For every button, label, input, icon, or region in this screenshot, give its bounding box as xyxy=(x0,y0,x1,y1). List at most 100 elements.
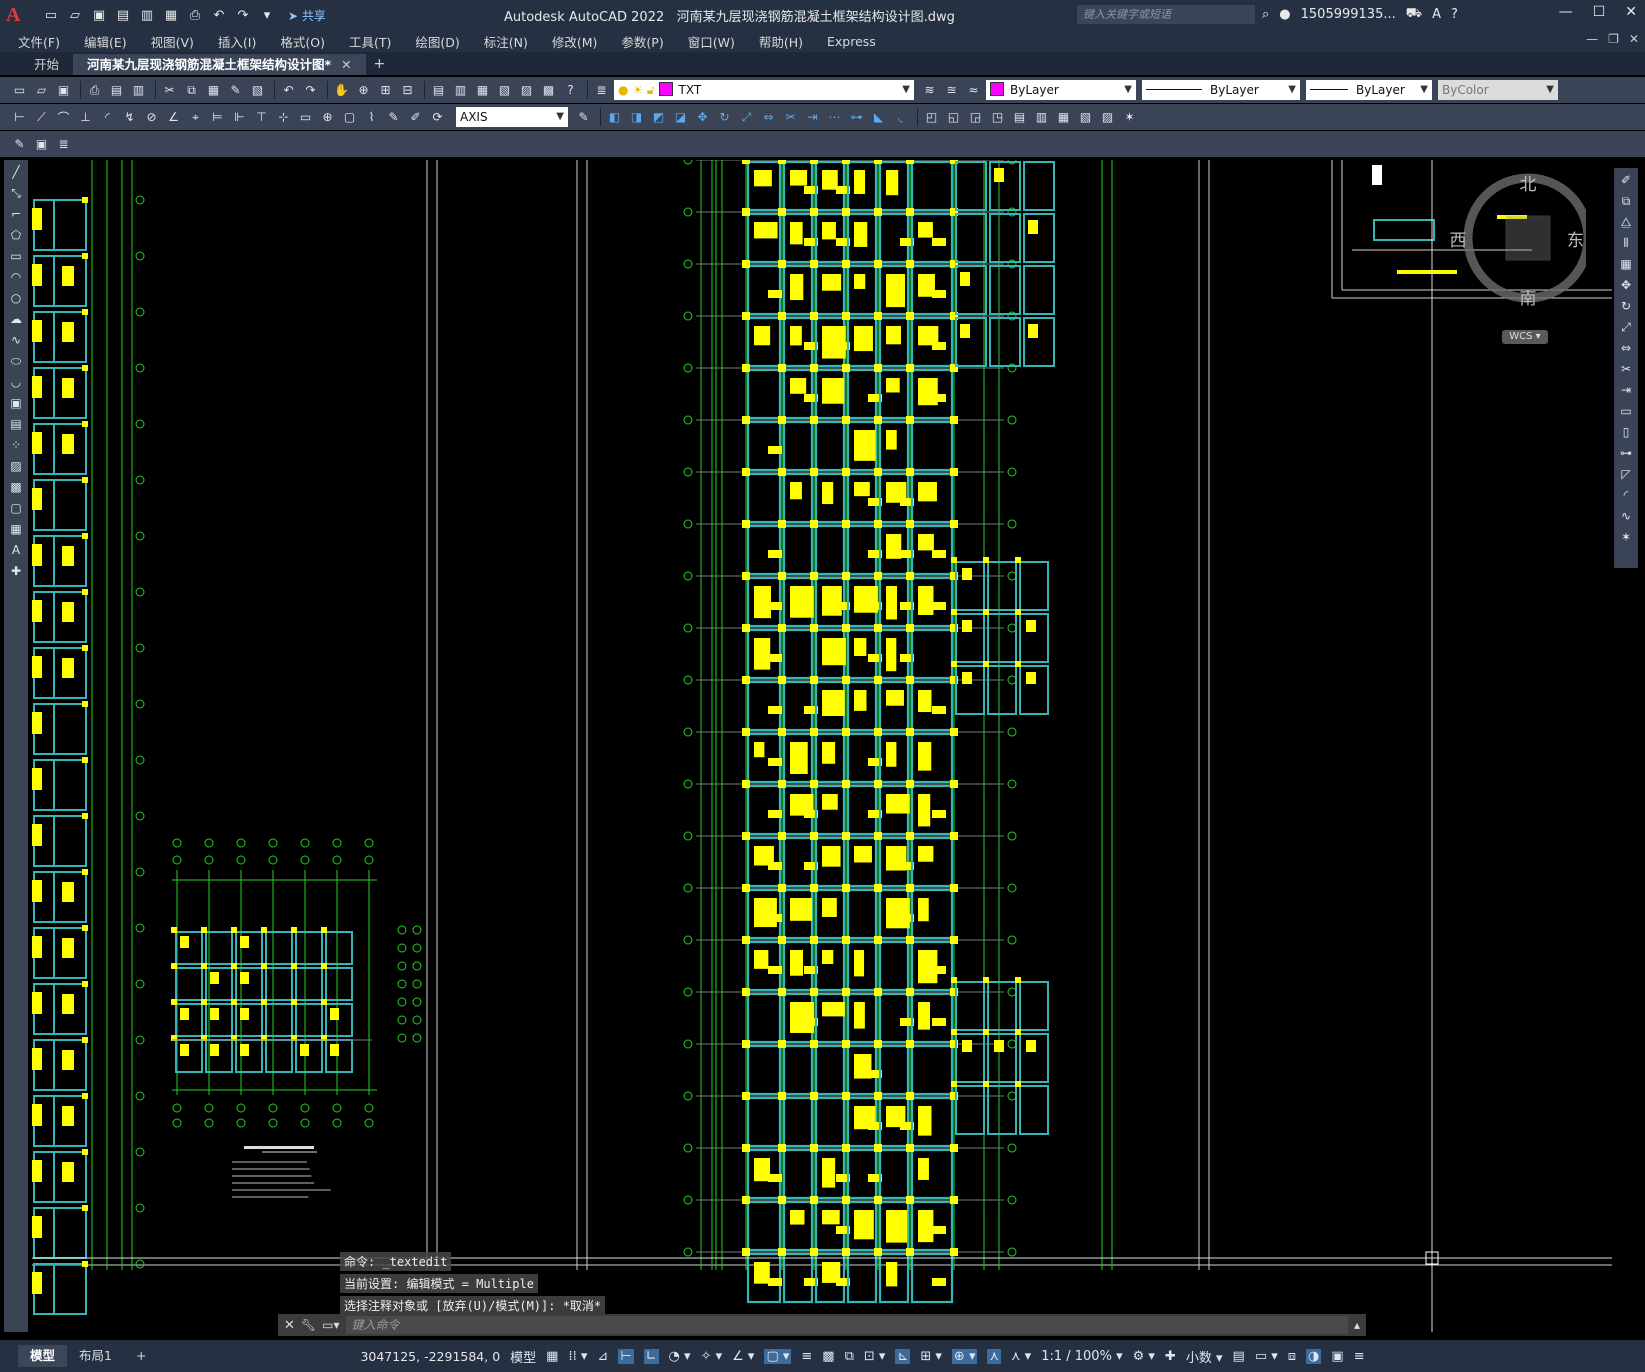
menu-draw[interactable]: 绘图(D) xyxy=(415,32,459,51)
layer-states-icon[interactable]: ≈ xyxy=(964,81,983,100)
text-front-icon[interactable]: ▤ xyxy=(1010,108,1029,127)
ellipse-arc-icon[interactable]: ◡ xyxy=(7,373,25,391)
tool-palettes-icon[interactable]: ▦ xyxy=(473,81,492,100)
undo-icon[interactable]: ↶ xyxy=(210,6,228,24)
annotation-front-icon[interactable]: ▨ xyxy=(1098,108,1117,127)
dim-aligned-icon[interactable]: ⟋ xyxy=(32,108,51,127)
linetype-dropdown[interactable]: ByLayer ▼ xyxy=(1142,80,1300,100)
xline-icon[interactable]: ⤡ xyxy=(7,184,25,202)
explode-icon[interactable]: ✶ xyxy=(1617,528,1635,546)
publish-icon[interactable]: ▥ xyxy=(129,81,148,100)
close-icon[interactable]: ✕ xyxy=(284,1318,295,1333)
tab-start[interactable]: 开始 xyxy=(20,54,73,75)
saveas-icon[interactable]: ▤ xyxy=(114,6,132,24)
tab-close-icon[interactable]: ✕ xyxy=(341,57,351,72)
offset-icon[interactable]: ◩ xyxy=(649,108,668,127)
make-block-icon[interactable]: ▤ xyxy=(7,415,25,433)
qat-dropdown-icon[interactable]: ▾ xyxy=(258,6,276,24)
arc-icon[interactable]: ◠ xyxy=(7,268,25,286)
annotation-visibility-icon[interactable]: ⋏ xyxy=(987,1348,1002,1364)
layer-dropdown[interactable]: ● ☀ 🔓︎ TXT ▼ xyxy=(614,80,914,100)
extend-icon[interactable]: ⇥ xyxy=(803,108,822,127)
array-icon[interactable]: ▦ xyxy=(1617,255,1635,273)
layer-previous-icon[interactable]: ≊ xyxy=(942,81,961,100)
open-icon[interactable]: ▱ xyxy=(66,6,84,24)
add-layout-button[interactable]: + xyxy=(124,1345,158,1367)
annotation-monitor-icon[interactable]: ✚ xyxy=(1165,1349,1176,1364)
drawing-close-icon[interactable]: ✕ xyxy=(1629,32,1639,46)
dim-ordinate-icon[interactable]: ⊥ xyxy=(76,108,95,127)
draworder-under-icon[interactable]: ◳ xyxy=(988,108,1007,127)
object-snap-icon[interactable]: ▢ ▾ xyxy=(764,1348,792,1364)
tab-drawing[interactable]: 河南某九层现浇钢筋混凝土框架结构设计图* ✕ xyxy=(73,54,366,75)
table-icon[interactable]: ▦ xyxy=(7,520,25,538)
save-icon[interactable]: ▣ xyxy=(54,81,73,100)
cut-icon[interactable]: ✂ xyxy=(160,81,179,100)
tab-model[interactable]: 模型 xyxy=(18,1345,68,1367)
scale-icon[interactable]: ⤢ xyxy=(1617,318,1635,336)
design-center-icon[interactable]: ▥ xyxy=(451,81,470,100)
array-icon[interactable]: ◪ xyxy=(671,108,690,127)
join-icon[interactable]: ⊶ xyxy=(1617,444,1635,462)
dim-continue-icon[interactable]: ⊩ xyxy=(230,108,249,127)
blend-icon[interactable]: ∿ xyxy=(1617,507,1635,525)
menu-parametric[interactable]: 参数(P) xyxy=(621,32,663,51)
circle-icon[interactable]: ○ xyxy=(7,289,25,307)
plot-icon[interactable]: ⎙ xyxy=(85,81,104,100)
sheetset-icon[interactable]: ▧ xyxy=(495,81,514,100)
clean-screen-icon[interactable]: ▣ xyxy=(1331,1349,1343,1364)
tab-layout1[interactable]: 布局1 xyxy=(67,1345,124,1367)
maximize-button[interactable]: ☐ xyxy=(1593,4,1606,20)
zoom-realtime-icon[interactable]: ⊕ xyxy=(354,81,373,100)
plotstyle-dropdown[interactable]: ByColor ▼ xyxy=(1438,80,1558,100)
dim-text-edit-icon[interactable]: ✐ xyxy=(406,108,425,127)
search-icon[interactable]: ⌕ xyxy=(1262,7,1269,22)
rectangle-icon[interactable]: ▭ xyxy=(7,247,25,265)
isolate-objects-icon[interactable]: ⧈ xyxy=(1288,1349,1296,1364)
add-selected-icon[interactable]: ✚ xyxy=(7,562,25,580)
menu-format[interactable]: 格式(O) xyxy=(280,32,325,51)
snap-icon[interactable]: ⁞⁞ ▾ xyxy=(568,1349,587,1364)
polygon-icon[interactable]: ⬠ xyxy=(7,226,25,244)
break-icon[interactable]: ⋯ xyxy=(825,108,844,127)
viewcube-top-face[interactable] xyxy=(1505,215,1551,261)
fillet-icon[interactable]: ◟ xyxy=(891,108,910,127)
dim-space-icon[interactable]: ⊤ xyxy=(252,108,271,127)
dimstyle-manager-icon[interactable]: ✎ xyxy=(574,108,593,127)
move-icon[interactable]: ✥ xyxy=(1617,276,1635,294)
gradient-icon[interactable]: ▩ xyxy=(7,478,25,496)
copy-object-icon[interactable]: ◧ xyxy=(605,108,624,127)
zoom-window-icon[interactable]: ⊞ xyxy=(376,81,395,100)
matchprop-icon[interactable]: ✎ xyxy=(226,81,245,100)
customization-icon[interactable]: ≡ xyxy=(1354,1349,1365,1364)
extend-icon[interactable]: ⇥ xyxy=(1617,381,1635,399)
dim-linear-icon[interactable]: ⊢ xyxy=(10,108,29,127)
chevron-up-icon[interactable]: ▴ xyxy=(1354,1318,1360,1332)
dimstyle-dropdown[interactable]: AXIS ▼ xyxy=(456,107,568,127)
ortho-icon[interactable]: ∟ xyxy=(643,1348,659,1364)
fillet-icon[interactable]: ◜ xyxy=(1617,486,1635,504)
mtext-icon[interactable]: A xyxy=(7,541,25,559)
recent-commands-icon[interactable]: ▭▾ xyxy=(322,1318,339,1332)
offset-icon[interactable]: ⫴ xyxy=(1617,234,1635,252)
block-editor-icon[interactable]: ▧ xyxy=(248,81,267,100)
user-name[interactable]: 1505999135... xyxy=(1301,7,1396,22)
scale-icon[interactable]: ⤢ xyxy=(737,108,756,127)
leader-front-icon[interactable]: ▧ xyxy=(1076,108,1095,127)
rotate-icon[interactable]: ↻ xyxy=(715,108,734,127)
dynamic-ucs-icon[interactable]: ⊾ xyxy=(895,1348,911,1364)
annotation-scale[interactable]: 1:1 / 100% ▾ xyxy=(1041,1349,1122,1364)
join-icon[interactable]: ⊶ xyxy=(847,108,866,127)
redo-icon[interactable]: ↷ xyxy=(301,81,320,100)
break-point-icon[interactable]: ▭ xyxy=(1617,402,1635,420)
viewcube-north[interactable]: 北 xyxy=(1520,175,1537,195)
customize-icon[interactable]: 🔧︎ xyxy=(301,1318,316,1332)
menu-view[interactable]: 视图(V) xyxy=(151,32,194,51)
plot-icon[interactable]: ▦ xyxy=(162,6,180,24)
publish-icon[interactable]: ▥ xyxy=(138,6,156,24)
layer-isolate-icon[interactable]: ≣ xyxy=(54,135,73,154)
mirror-icon[interactable]: ⧋ xyxy=(1617,213,1635,231)
revcloud-icon[interactable]: ☁ xyxy=(7,310,25,328)
dim-angular-icon[interactable]: ∠ xyxy=(164,108,183,127)
line-icon[interactable]: ╱ xyxy=(7,163,25,181)
